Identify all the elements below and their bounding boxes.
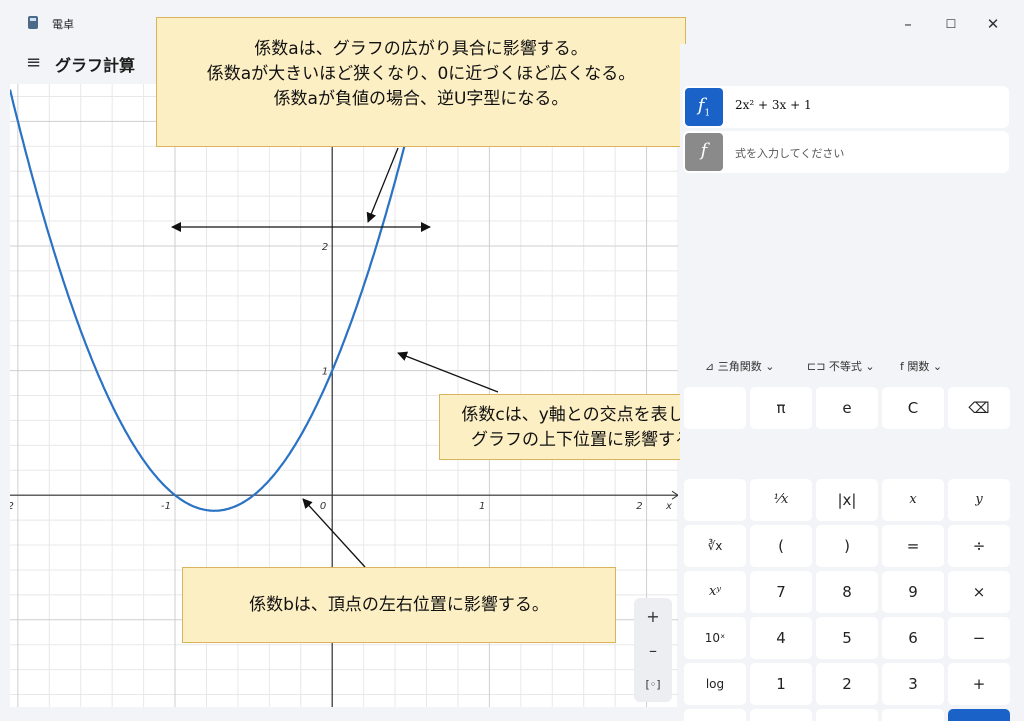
function-input[interactable] — [733, 139, 997, 167]
tick-labels: -2 -1 0 1 2 x 1 2 — [10, 242, 672, 512]
page-title: グラフ計算 — [55, 56, 136, 75]
key-abs[interactable]: |x| — [816, 479, 878, 521]
calculator-icon — [28, 16, 38, 29]
key-enter[interactable]: ↵ — [948, 709, 1010, 721]
key-y[interactable]: y — [948, 479, 1010, 521]
callout-coefficient-a: 係数aは、グラフの広がり具合に影響する。 係数aが大きいほど狭くなり、0に近づく… — [156, 17, 686, 147]
key-plus[interactable]: + — [948, 663, 1010, 705]
function-menu[interactable]: f 関数 ⌄ — [900, 358, 942, 374]
hamburger-icon[interactable]: ≡ — [26, 52, 41, 73]
zoom-out-button[interactable]: – — [634, 634, 672, 668]
key-6[interactable]: 6 — [882, 617, 944, 659]
app-title: 電卓 — [52, 18, 74, 31]
key-x[interactable]: x — [882, 479, 944, 521]
key-3[interactable]: 3 — [882, 663, 944, 705]
function-badge-1[interactable]: f1 — [685, 88, 723, 126]
y-tick-label: 1 — [322, 367, 328, 378]
key-equals[interactable]: = — [882, 525, 944, 567]
x-tick-label: -1 — [161, 501, 171, 512]
annotation-arrows — [171, 147, 499, 568]
parabola-curve — [10, 84, 422, 512]
key-ln[interactable]: ln — [684, 709, 746, 721]
callout-c-pointer — [397, 351, 499, 393]
maximize-button[interactable]: ☐ — [931, 10, 971, 38]
key-negate[interactable]: (−) — [750, 709, 812, 721]
key-divide[interactable]: ÷ — [948, 525, 1010, 567]
y-tick-label: 2 — [322, 242, 328, 253]
callout-b-pointer — [302, 498, 366, 568]
key-0[interactable]: 0 — [816, 709, 878, 721]
callout-a-line-1: 係数aは、グラフの広がり具合に影響する。 — [254, 39, 588, 59]
callout-a-line-2: 係数aが大きいほど狭くなり、0に近づくほど広くなる。 — [206, 64, 636, 84]
key-pi[interactable]: π — [750, 387, 812, 429]
function-badge-2[interactable]: f — [685, 133, 723, 171]
key-e[interactable]: e — [816, 387, 878, 429]
minimize-button[interactable]: – — [888, 10, 928, 38]
key-close-paren[interactable]: ) — [816, 525, 878, 567]
key-ten-power[interactable]: 10ˣ — [684, 617, 746, 659]
function-entry-1[interactable]: f1 2x² + 3x + 1 — [683, 86, 1009, 128]
key-open-paren[interactable]: ( — [750, 525, 812, 567]
key-8[interactable]: 8 — [816, 571, 878, 613]
key-9[interactable]: 9 — [882, 571, 944, 613]
key-5[interactable]: 5 — [816, 617, 878, 659]
x-tick-label: 1 — [479, 501, 485, 512]
zoom-controls: + – [◦] — [634, 598, 672, 702]
x-axis-label: x — [665, 501, 672, 512]
x-tick-label: 2 — [636, 501, 642, 512]
key-log[interactable]: log — [684, 663, 746, 705]
key-power[interactable]: xʸ — [684, 571, 746, 613]
zoom-in-button[interactable]: + — [634, 600, 672, 634]
reset-view-button[interactable]: [◦] — [634, 668, 672, 702]
callout-coefficient-b: 係数bは、頂点の左右位置に影響する。 — [182, 567, 616, 643]
key-decimal[interactable]: . — [882, 709, 944, 721]
key-multiply[interactable]: × — [948, 571, 1010, 613]
key-reciprocal[interactable]: ¹⁄x — [750, 479, 812, 521]
function-panel: f1 2x² + 3x + 1 f ⊿ 三角関数 ⌄ ⊏⊐ 不等式 ⌄ f 関数… — [680, 44, 1024, 721]
trig-menu[interactable]: ⊿ 三角関数 ⌄ — [705, 358, 774, 374]
callout-b-line-1: 係数bは、頂点の左右位置に影響する。 — [249, 595, 549, 615]
key-7[interactable]: 7 — [750, 571, 812, 613]
callout-a-line-3: 係数aが負値の場合、逆U字型になる。 — [273, 89, 569, 109]
key-cube-root[interactable]: ∛x — [684, 525, 746, 567]
key-backspace[interactable]: ⌫ — [948, 387, 1010, 429]
close-button[interactable]: ✕ — [973, 10, 1013, 38]
key-blank-1 — [684, 387, 746, 429]
inequality-menu[interactable]: ⊏⊐ 不等式 ⌄ — [807, 358, 875, 374]
function-entry-2[interactable]: f — [683, 131, 1009, 173]
key-1[interactable]: 1 — [750, 663, 812, 705]
key-minus[interactable]: − — [948, 617, 1010, 659]
function-expression-1[interactable]: 2x² + 3x + 1 — [735, 98, 812, 112]
calculator-window: 電卓 – ☐ ✕ ≡ グラフ計算 -2-1012x12 係数aは、グラフの広がり… — [0, 0, 1024, 721]
key-blank-2 — [684, 479, 746, 521]
x-tick-label: 0 — [320, 501, 326, 512]
x-tick-label: -2 — [10, 501, 14, 512]
key-2[interactable]: 2 — [816, 663, 878, 705]
key-clear[interactable]: C — [882, 387, 944, 429]
key-4[interactable]: 4 — [750, 617, 812, 659]
